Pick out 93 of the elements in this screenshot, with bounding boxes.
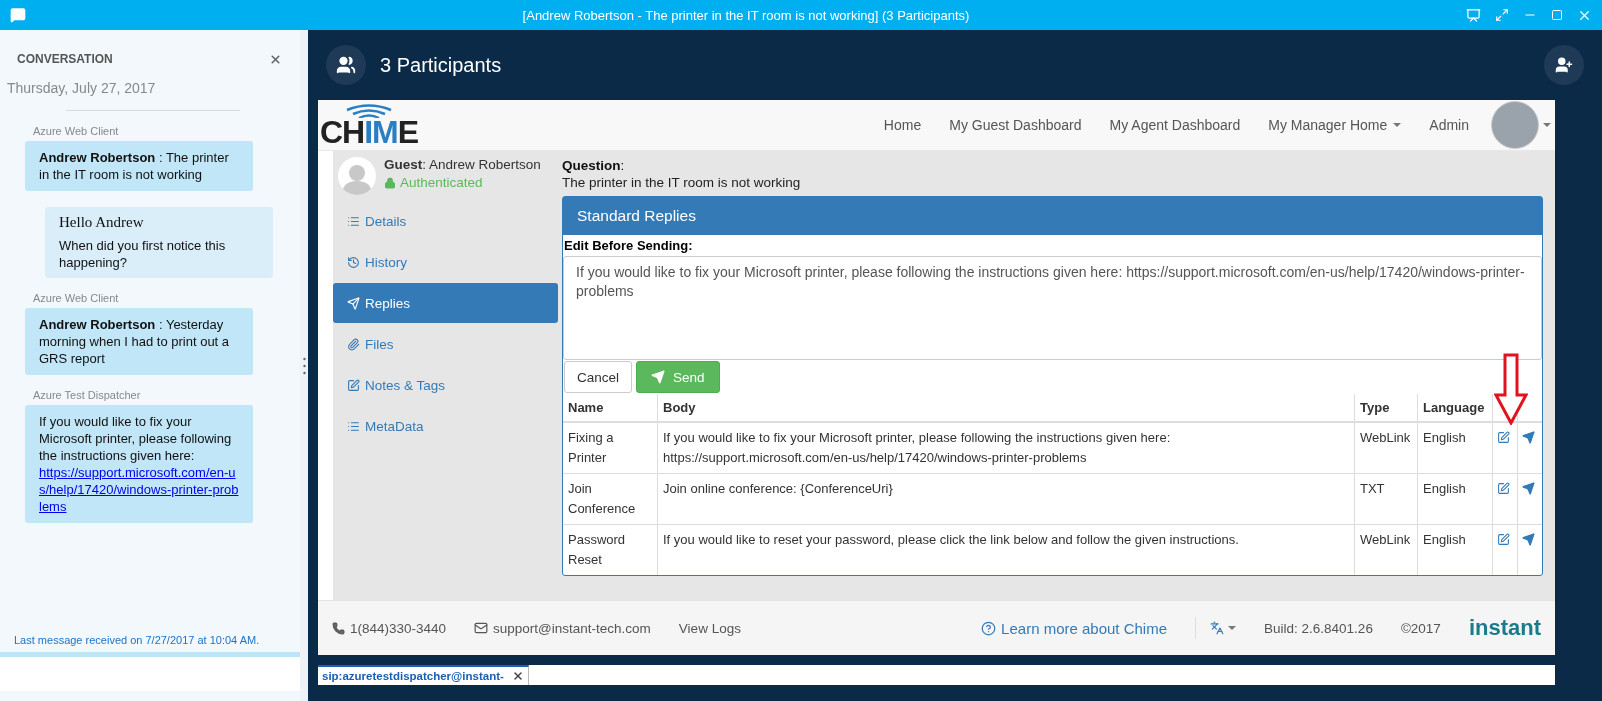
help-icon (981, 620, 997, 636)
side-menu-item[interactable]: Replies (333, 283, 558, 323)
instant-logo: instant (1468, 615, 1541, 641)
list-icon (347, 214, 360, 228)
table-cell: English (1417, 524, 1493, 575)
nav-link[interactable]: My Guest Dashboard (935, 117, 1096, 133)
chat-icon (10, 7, 26, 23)
side-menu-item[interactable]: Files (333, 324, 558, 364)
add-participant-button[interactable] (1544, 45, 1584, 85)
add-person-icon (1555, 56, 1573, 74)
message-bubble: Hello Andrew When did you first notice this happening? (45, 207, 273, 278)
message-link[interactable]: https://support.microsoft.com/en-us/help/17420/windows-printer-problems (39, 464, 239, 515)
edit-icon[interactable] (1497, 482, 1510, 495)
chime-logo[interactable]: CHIME (320, 104, 419, 146)
paperclip-icon (347, 337, 360, 351)
send-icon (651, 370, 666, 384)
send-icon[interactable] (1522, 431, 1535, 444)
panel-title: Standard Replies (563, 197, 1542, 235)
down-arrow-icon (1494, 353, 1528, 425)
table-cell: If you would like to fix your Microsoft printer, please following the instructions given here: https://support.microsoft.com/en-us/help/17420/windows-printer-problems (657, 422, 1355, 474)
close-icon[interactable] (269, 52, 282, 66)
side-menu-item[interactable]: MetaData (333, 406, 558, 446)
message-bubble: Andrew Robertson : Yesterday morning when I had to print out a GRS report (25, 308, 253, 375)
column-header: Name (563, 394, 658, 422)
nav-link[interactable]: My Manager Home (1254, 117, 1416, 133)
cancel-button[interactable]: Cancel (564, 361, 633, 393)
message-bubble: Andrew Robertson : The printer in the IT room is not working (25, 141, 253, 191)
caret-icon (1543, 123, 1551, 127)
table-cell: Join online conference: {ConferenceUri} (657, 473, 1355, 525)
history-icon (347, 255, 360, 269)
learn-more-link[interactable]: Learn more about Chime (981, 619, 1168, 637)
edit-icon[interactable] (1497, 533, 1510, 546)
message-input[interactable] (0, 652, 300, 691)
drag-handle-icon[interactable] (302, 356, 306, 375)
language-button[interactable] (1195, 617, 1237, 639)
field-label: Edit Before Sending: (563, 237, 694, 255)
send-icon[interactable] (1522, 482, 1535, 495)
nav-link[interactable]: My Agent Dashboard (1095, 117, 1255, 133)
mail-icon (474, 621, 489, 635)
caret-icon (1228, 626, 1237, 630)
table-cell: Join Conference (563, 473, 658, 525)
table-cell: TXT (1354, 473, 1418, 525)
view-logs-link[interactable]: View Logs (678, 620, 741, 636)
close-icon[interactable] (511, 670, 524, 682)
side-menu-item[interactable]: Notes & Tags (333, 365, 558, 405)
table-cell: English (1417, 422, 1493, 474)
question-text: The printer in the IT room is not working (562, 175, 802, 190)
participants-button[interactable] (326, 45, 366, 85)
caret-icon (1393, 123, 1402, 127)
lock-icon (384, 176, 396, 189)
last-message-status: Last message received on 7/27/2017 at 10:04 AM. (13, 634, 261, 648)
side-menu-item[interactable]: Details (333, 201, 558, 241)
nav-link[interactable]: Home (869, 117, 936, 133)
table-cell: Fixing a Printer (563, 422, 658, 474)
guest-avatar (338, 157, 376, 195)
conversation-tab[interactable]: sip:azuretestdispatcher@instant- (318, 665, 529, 685)
sender-name: Azure Web Client (33, 292, 120, 304)
edit-icon (347, 378, 360, 392)
sender-name: Azure Web Client (33, 125, 120, 137)
auth-status: Authenticated (384, 175, 541, 190)
table-cell: English (1417, 473, 1493, 525)
support-email: support@instant-tech.com (474, 620, 651, 636)
question-label: Question: (562, 158, 626, 173)
send-icon[interactable] (1522, 533, 1535, 546)
panel-heading: CONVERSATION (17, 52, 113, 66)
table-cell: Password Reset (563, 524, 658, 575)
expand-icon[interactable] (1495, 8, 1509, 22)
side-menu-item[interactable]: History (333, 242, 558, 282)
conversation-date: Thursday, July 27, 2017 (6, 79, 157, 96)
phone-icon (332, 621, 345, 635)
call-title: 3 Participants (380, 53, 503, 77)
copyright: ©2017 (1400, 620, 1441, 636)
phone-number: 1(844)330-3440 (332, 620, 447, 636)
table-cell: WebLink (1354, 524, 1418, 575)
list-icon (347, 419, 360, 433)
sender-name: Azure Test Dispatcher (33, 389, 142, 401)
build-number: Build: 2.6.8401.26 (1264, 620, 1373, 636)
message-bubble: If you would like to fix your Microsoft printer, please following the instructions given here: https://support.microsoft.com/en-us/help/17420/windows-printer-problems (25, 405, 253, 523)
nav-link[interactable]: Admin (1415, 117, 1483, 133)
maximize-icon[interactable] (1551, 9, 1563, 21)
column-header: Type (1354, 394, 1418, 422)
reply-input[interactable]: If you would like to fix your Microsoft printer, please following the instructions given here: https://support.microsoft.com/en-us/help/17420/windows-printer-problems (563, 256, 1542, 360)
table-cell: If you would like to reset your password, please click the link below and follow the given instructions. (657, 524, 1355, 575)
column-header: Language (1417, 394, 1493, 422)
avatar (1491, 101, 1539, 149)
edit-icon[interactable] (1497, 431, 1510, 444)
guest-name: Guest: Andrew Robertson (384, 157, 541, 172)
window-title: [Andrew Robertson - The printer in the IT room is not working] (3 Participants) (521, 7, 971, 23)
column-header: Body (657, 394, 1355, 422)
translate-icon (1210, 621, 1225, 635)
people-icon (336, 55, 356, 75)
send-icon (347, 296, 360, 310)
table-cell: WebLink (1354, 422, 1418, 474)
